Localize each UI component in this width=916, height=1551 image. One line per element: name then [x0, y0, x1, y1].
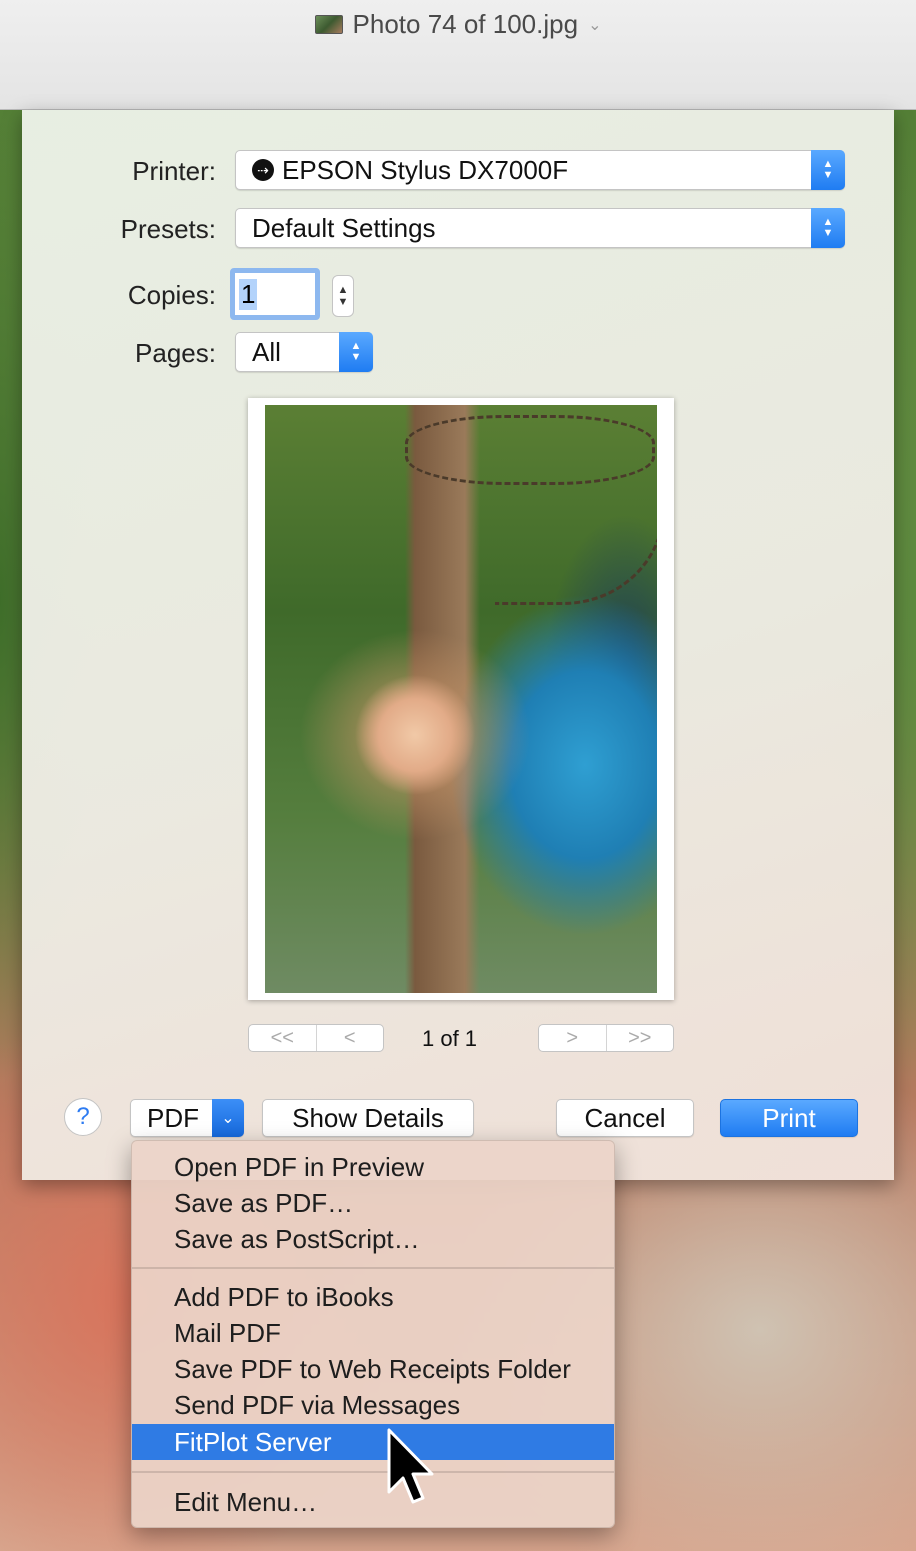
menu-item-save-pdf-web-receipts[interactable]: Save PDF to Web Receipts Folder [132, 1351, 614, 1387]
stepper-up-icon[interactable]: ▲ [338, 284, 349, 296]
copies-value: 1 [239, 278, 258, 310]
print-preview [248, 398, 674, 1000]
previous-page-button[interactable]: < [315, 1025, 384, 1051]
mouse-pointer-icon [387, 1428, 434, 1504]
pdf-menu-button[interactable]: PDF ⌄ [130, 1099, 244, 1137]
window-title: Photo 74 of 100.jpg [352, 8, 579, 39]
menu-item-save-as-pdf[interactable]: Save as PDF… [132, 1185, 614, 1221]
preview-photo [265, 405, 657, 993]
page-nav-back: << < [248, 1024, 384, 1052]
cancel-button[interactable]: Cancel [556, 1099, 694, 1137]
presets-label: Presets: [120, 214, 216, 244]
window-title-bar: Photo 74 of 100.jpg ⌄ [0, 0, 916, 110]
photo-document-icon [314, 14, 343, 34]
copies-label: Copies: [127, 280, 216, 310]
popup-arrows-icon: ▲ ▼ [811, 150, 845, 190]
pages-popup[interactable]: All ▲ ▼ [235, 332, 373, 372]
pdf-dropdown-menu: Open PDF in Preview Save as PDF… Save as… [131, 1140, 615, 1528]
presets-value: Default Settings [252, 212, 436, 243]
show-details-button[interactable]: Show Details [262, 1099, 474, 1137]
pages-value: All [252, 336, 281, 367]
copies-stepper[interactable]: ▲ ▼ [332, 275, 354, 317]
printer-status-icon: ⇢ [252, 159, 274, 181]
help-button[interactable]: ? [64, 1098, 102, 1136]
menu-item-mail-pdf[interactable]: Mail PDF [132, 1315, 614, 1351]
pdf-button-label: PDF [147, 1102, 199, 1133]
printer-label: Printer: [132, 156, 216, 186]
popup-arrows-icon: ▲ ▼ [339, 332, 373, 372]
print-button[interactable]: Print [720, 1099, 858, 1137]
presets-popup[interactable]: Default Settings ▲ ▼ [235, 208, 845, 248]
last-page-button[interactable]: >> [605, 1025, 674, 1051]
window-title-group[interactable]: Photo 74 of 100.jpg ⌄ [0, 8, 916, 40]
chevron-down-icon[interactable]: ⌄ [588, 15, 601, 35]
menu-item-send-pdf-via-messages[interactable]: Send PDF via Messages [132, 1387, 614, 1423]
page-indicator: 1 of 1 [422, 1026, 478, 1051]
first-page-button[interactable]: << [249, 1025, 316, 1051]
menu-item-open-pdf-in-preview[interactable]: Open PDF in Preview [132, 1149, 614, 1185]
swing-chain [495, 445, 657, 605]
popup-arrows-icon: ▲ ▼ [811, 208, 845, 248]
next-page-button[interactable]: > [539, 1025, 606, 1051]
printer-value: EPSON Stylus DX7000F [282, 154, 569, 185]
printer-popup[interactable]: ⇢ EPSON Stylus DX7000F ▲ ▼ [235, 150, 845, 190]
menu-item-save-as-postscript[interactable]: Save as PostScript… [132, 1221, 614, 1257]
page-nav-forward: > >> [538, 1024, 674, 1052]
menu-separator [132, 1471, 614, 1473]
chevron-down-icon[interactable]: ⌄ [212, 1099, 244, 1137]
menu-item-edit-menu[interactable]: Edit Menu… [132, 1484, 614, 1520]
menu-separator [132, 1267, 614, 1269]
menu-item-fitplot-server[interactable]: FitPlot Server [132, 1424, 614, 1460]
pages-label: Pages: [135, 338, 216, 368]
stepper-down-icon[interactable]: ▼ [338, 296, 349, 308]
copies-input[interactable]: 1 [230, 268, 320, 320]
print-sheet: Printer: ⇢ EPSON Stylus DX7000F ▲ ▼ Prese… [22, 110, 894, 1180]
menu-item-add-pdf-to-ibooks[interactable]: Add PDF to iBooks [132, 1279, 614, 1315]
